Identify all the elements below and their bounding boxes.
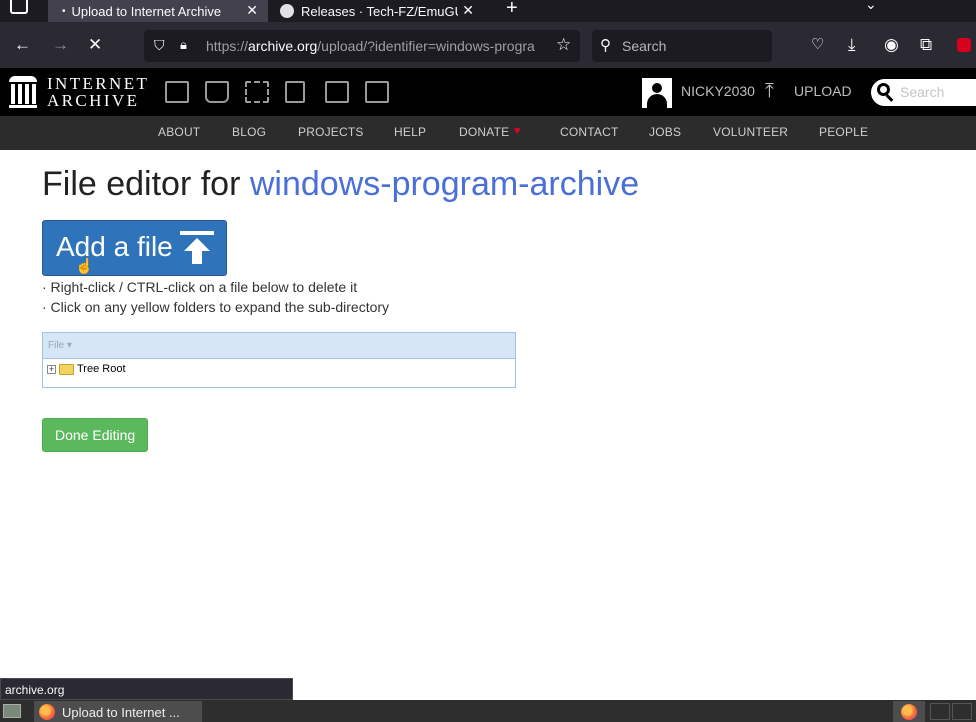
tab-loading-dot: • <box>62 5 66 17</box>
images-icon[interactable] <box>365 81 389 103</box>
username[interactable]: NICKY2030 <box>681 83 755 99</box>
ia-header: INTERNET ARCHIVE NICKY2030 ⤒ UPLOAD Sear… <box>0 68 976 116</box>
tree-root-row[interactable]: + Tree Root <box>47 363 126 375</box>
firefox-icon <box>39 704 55 720</box>
nav-volunteer[interactable]: VOLUNTEER <box>713 125 788 139</box>
ia-logo-text[interactable]: INTERNET ARCHIVE <box>47 75 149 109</box>
logo-line1: INTERNET <box>47 74 150 93</box>
extension-badge-icon[interactable] <box>957 38 971 52</box>
title-prefix: File editor for <box>42 165 250 203</box>
workspace-1[interactable] <box>930 703 950 720</box>
workspace-2[interactable] <box>952 703 972 720</box>
url-bar[interactable]: ⛉ 🔒︎ https://archive.org/upload/?identif… <box>144 30 580 62</box>
tray-firefox-button[interactable] <box>893 701 925 722</box>
search-icon: ⚲ <box>600 37 611 54</box>
tab-label: Releases · Tech-FZ/EmuGUI <box>301 3 468 19</box>
tab-releases[interactable]: Releases · Tech-FZ/EmuGUI ✕ <box>272 0 484 22</box>
file-tree-header[interactable]: File ▾ <box>43 333 515 359</box>
folder-icon[interactable] <box>59 363 74 375</box>
status-text: archive.org <box>5 683 65 697</box>
hint-delete: · Right-click / CTRL-click on a file bel… <box>42 279 358 295</box>
search-placeholder: Search <box>900 84 945 100</box>
search-placeholder: Search <box>622 38 667 54</box>
cursor-icon: ☝ <box>75 258 94 275</box>
taskbar-item-label: Upload to Internet ... <box>62 705 180 720</box>
add-file-button[interactable]: Add a file ☝ <box>42 220 227 276</box>
nav-jobs[interactable]: JOBS <box>649 125 681 139</box>
browser-tab-bar: • Upload to Internet Archive ✕ Releases … <box>0 0 976 22</box>
nav-help[interactable]: HELP <box>394 125 426 139</box>
logo-line2: ARCHIVE <box>47 91 140 110</box>
github-icon <box>280 4 294 18</box>
nav-projects[interactable]: PROJECTS <box>298 125 364 139</box>
ia-top-nav: ABOUT BLOG PROJECTS HELP DONATE ♥ CONTAC… <box>0 116 976 150</box>
taskbar: Upload to Internet ... <box>0 700 976 722</box>
tab-upload-archive[interactable]: • Upload to Internet Archive ✕ <box>48 0 268 22</box>
url-text[interactable]: https://archive.org/upload/?identifier=w… <box>206 38 552 54</box>
extensions-icon[interactable]: ⧉ <box>920 36 932 54</box>
star-icon[interactable]: ☆ <box>556 35 571 55</box>
upload-icon[interactable]: ⤒ <box>765 80 774 103</box>
forward-icon[interactable]: → <box>52 36 69 54</box>
identifier-link[interactable]: windows-program-archive <box>250 165 639 203</box>
close-icon[interactable]: ✕ <box>246 2 258 19</box>
add-file-label: Add a file <box>56 231 173 262</box>
chevron-down-icon[interactable]: ⌄ <box>865 0 877 13</box>
file-tree: File ▾ + Tree Root <box>42 332 516 388</box>
done-label: Done Editing <box>55 427 136 443</box>
pocket-icon[interactable]: ♡ <box>811 36 824 54</box>
software-icon[interactable] <box>325 81 349 103</box>
nav-contact[interactable]: CONTACT <box>560 125 619 139</box>
upload-link[interactable]: UPLOAD <box>794 83 852 99</box>
hint-expand: · Click on any yellow folders to expand … <box>42 299 390 315</box>
nav-blog[interactable]: BLOG <box>232 125 266 139</box>
lock-icon[interactable]: 🔒︎ <box>180 37 187 53</box>
new-tab-icon[interactable]: + <box>506 0 518 20</box>
page-title: File editor for windows-program-archive <box>42 165 639 204</box>
tree-root-label[interactable]: Tree Root <box>77 363 126 375</box>
file-menu[interactable]: File ▾ <box>48 340 72 351</box>
nav-people[interactable]: PEOPLE <box>819 125 868 139</box>
nav-donate[interactable]: DONATE <box>459 125 509 139</box>
nav-about[interactable]: ABOUT <box>158 125 200 139</box>
file-manager-icon[interactable] <box>3 704 21 718</box>
texts-icon[interactable] <box>205 81 229 103</box>
taskbar-item-firefox[interactable]: Upload to Internet ... <box>34 701 202 722</box>
audio-icon[interactable] <box>285 81 305 103</box>
back-icon[interactable]: ← <box>14 36 31 54</box>
stop-loading-icon[interactable]: ✕ <box>88 36 102 54</box>
video-icon[interactable] <box>245 81 269 103</box>
url-path: /upload/?identifier=windows-progra <box>317 38 535 54</box>
tab-label: Upload to Internet Archive <box>71 3 222 19</box>
shield-icon[interactable]: ⛉ <box>154 37 165 54</box>
heart-icon: ♥ <box>514 125 521 137</box>
browser-nav-bar: ← → ✕ ⛉ 🔒︎ https://archive.org/upload/?i… <box>0 22 976 68</box>
web-icon[interactable] <box>165 81 189 103</box>
url-prefix: https:// <box>206 38 249 54</box>
firefox-icon <box>901 704 917 720</box>
close-icon[interactable]: ✕ <box>458 2 474 19</box>
tab-list-icon[interactable] <box>10 0 28 14</box>
account-icon[interactable]: ◉ <box>884 36 899 54</box>
download-icon[interactable]: ⤓ <box>848 36 856 54</box>
ia-search-input[interactable]: Search <box>871 79 976 106</box>
url-host: archive.org <box>248 38 318 54</box>
ia-logo-icon[interactable] <box>9 76 37 108</box>
done-editing-button[interactable]: Done Editing <box>42 418 148 452</box>
avatar[interactable] <box>642 78 672 108</box>
upload-icon <box>180 231 214 265</box>
status-bar: archive.org <box>0 678 293 700</box>
browser-search-box[interactable]: ⚲ Search <box>592 30 772 62</box>
expand-icon[interactable]: + <box>47 364 56 374</box>
